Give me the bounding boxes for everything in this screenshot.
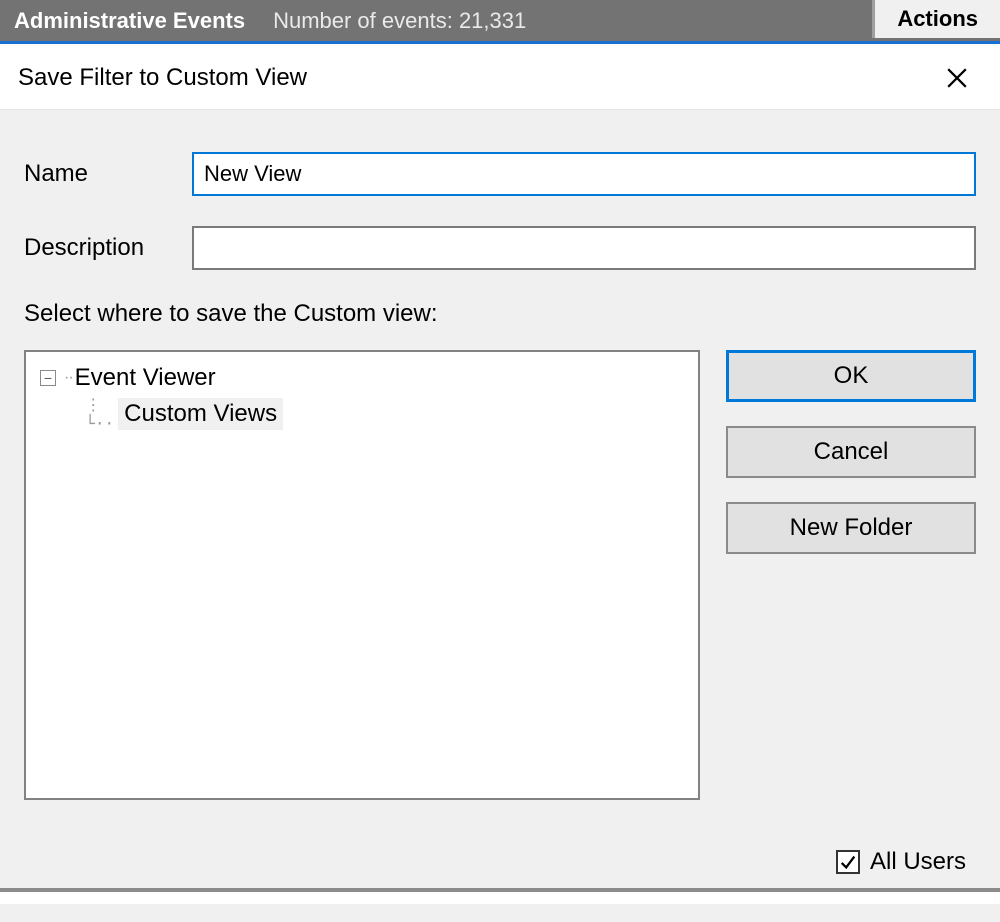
- tree-dots-icon: ··: [64, 369, 73, 387]
- close-button[interactable]: [938, 59, 976, 97]
- tree-root-node[interactable]: − ·· Event Viewer: [40, 362, 684, 394]
- form-area: Name Description: [0, 110, 1000, 270]
- checkmark-icon: [839, 853, 857, 871]
- cancel-button[interactable]: Cancel: [726, 426, 976, 478]
- background-header: Administrative Events Number of events: …: [0, 0, 1000, 44]
- ok-button[interactable]: OK: [726, 350, 976, 402]
- lower-area: − ·· Event Viewer ⋮ └·· Custom Views OK …: [0, 350, 1000, 800]
- select-location-label: Select where to save the Custom view:: [0, 300, 1000, 328]
- save-filter-dialog: Save Filter to Custom View Name Descript…: [0, 44, 1000, 904]
- tree-child-label: Custom Views: [118, 398, 283, 430]
- event-count-label: Number of events: 21,331: [245, 8, 526, 34]
- tree-connector-icon: ⋮ └··: [66, 395, 114, 433]
- tree-child-node[interactable]: ⋮ └·· Custom Views: [66, 394, 684, 434]
- close-icon: [946, 67, 968, 89]
- folder-tree[interactable]: − ·· Event Viewer ⋮ └·· Custom Views: [24, 350, 700, 800]
- description-label: Description: [24, 234, 192, 262]
- all-users-label: All Users: [870, 848, 966, 876]
- all-users-row[interactable]: All Users: [836, 848, 966, 876]
- header-title: Administrative Events: [0, 8, 245, 34]
- description-row: Description: [24, 226, 976, 270]
- dialog-titlebar: Save Filter to Custom View: [0, 46, 1000, 110]
- collapse-icon[interactable]: −: [40, 370, 56, 386]
- name-label: Name: [24, 160, 192, 188]
- tree-root-label: Event Viewer: [75, 364, 216, 392]
- name-row: Name: [24, 152, 976, 196]
- dialog-title: Save Filter to Custom View: [18, 64, 307, 92]
- all-users-checkbox[interactable]: [836, 850, 860, 874]
- description-input[interactable]: [192, 226, 976, 270]
- new-folder-button[interactable]: New Folder: [726, 502, 976, 554]
- actions-label: Actions: [897, 6, 978, 32]
- background-strip: [0, 888, 1000, 904]
- button-column: OK Cancel New Folder: [726, 350, 976, 800]
- actions-panel-tab[interactable]: Actions: [872, 0, 1000, 38]
- name-input[interactable]: [192, 152, 976, 196]
